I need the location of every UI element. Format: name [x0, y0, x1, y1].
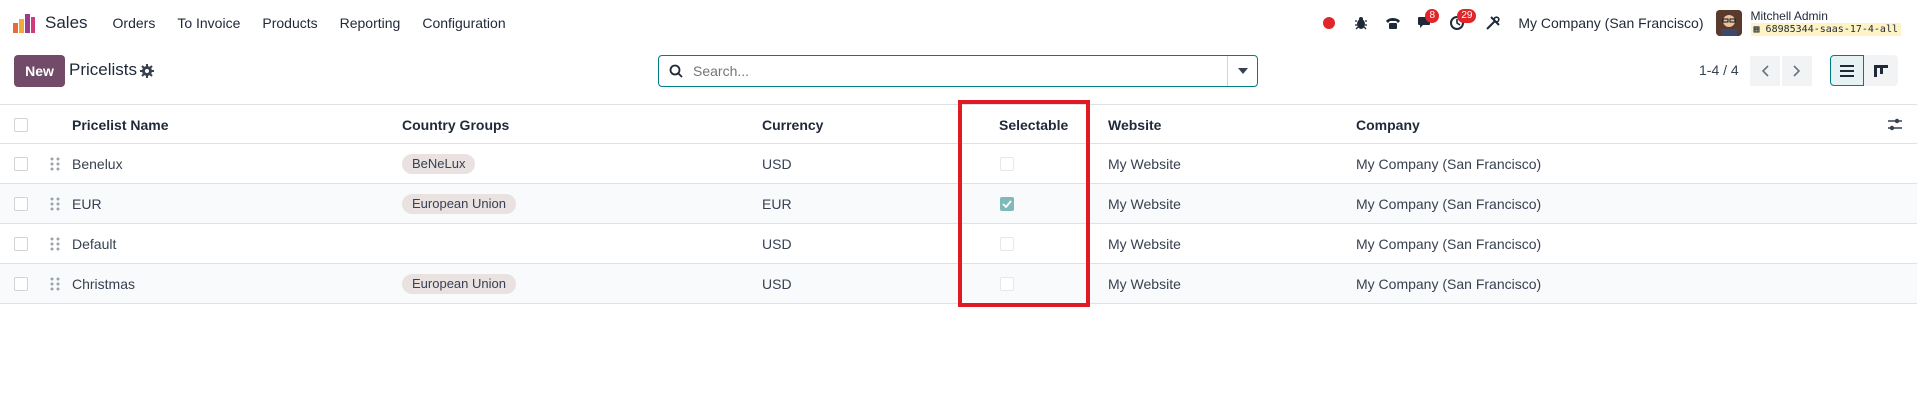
list-view-button[interactable]	[1830, 55, 1864, 86]
column-header-website[interactable]: Website	[1108, 105, 1161, 145]
select-all-checkbox[interactable]	[14, 118, 28, 132]
row-checkbox[interactable]	[14, 157, 28, 171]
gear-icon[interactable]	[139, 63, 155, 79]
user-avatar[interactable]	[1715, 10, 1742, 36]
country-group-tag: European Union	[402, 194, 516, 214]
cell-name: Default	[72, 236, 117, 252]
cell-company: My Company (San Francisco)	[1356, 156, 1542, 172]
activities-count-badge: 29	[1457, 9, 1477, 23]
cell-currency: USD	[762, 236, 792, 252]
country-group-tag: European Union	[402, 274, 516, 294]
menu-configuration[interactable]: Configuration	[422, 15, 505, 31]
table-row[interactable]: Default USD My Website My Company (San F…	[0, 224, 1917, 264]
drag-handle-icon[interactable]	[50, 156, 60, 172]
user-name: Mitchell Admin	[1750, 9, 1828, 23]
cell-website: My Website	[1108, 196, 1181, 212]
cell-name: Christmas	[72, 276, 136, 292]
row-checkbox[interactable]	[14, 237, 28, 251]
search-input[interactable]	[693, 57, 1227, 85]
caret-down-icon	[1237, 68, 1248, 74]
page-title: Pricelists	[69, 60, 138, 79]
pager-value[interactable]: 1-4 / 4	[1699, 62, 1739, 78]
company-switcher[interactable]: My Company (San Francisco)	[1518, 15, 1703, 31]
search-options-toggle[interactable]	[1227, 56, 1257, 86]
pricelist-table: Pricelist Name Country Groups Currency S…	[0, 104, 1917, 304]
list-icon	[1840, 64, 1854, 77]
table-header: Pricelist Name Country Groups Currency S…	[0, 104, 1917, 144]
cell-website: My Website	[1108, 236, 1181, 252]
database-icon: ▦	[1753, 24, 1766, 35]
column-header-country-groups[interactable]: Country Groups	[402, 105, 509, 145]
bug-icon[interactable]	[1346, 8, 1376, 38]
cell-company: My Company (San Francisco)	[1356, 276, 1542, 292]
column-header-company[interactable]: Company	[1356, 105, 1420, 145]
table-row[interactable]: Benelux BeNeLux USD My Website My Compan…	[0, 144, 1917, 184]
column-header-name[interactable]: Pricelist Name	[72, 105, 169, 145]
kanban-icon	[1874, 64, 1888, 77]
row-checkbox[interactable]	[14, 277, 28, 291]
sales-app-icon	[12, 11, 36, 35]
chat-icon[interactable]: 8	[1410, 8, 1440, 38]
cell-currency: USD	[762, 156, 792, 172]
column-header-selectable[interactable]: Selectable	[999, 105, 1068, 145]
cell-currency: USD	[762, 276, 792, 292]
menu-orders[interactable]: Orders	[113, 15, 156, 31]
tools-icon[interactable]	[1478, 8, 1508, 38]
cell-website: My Website	[1108, 156, 1181, 172]
pager-previous-button[interactable]	[1750, 56, 1780, 86]
systray: 8 29 My Company (San Francisco) Mitchell…	[1312, 0, 1901, 46]
new-button[interactable]: New	[14, 55, 65, 87]
cell-currency: EUR	[762, 196, 792, 212]
top-navbar: Sales Orders To Invoice Products Reporti…	[0, 0, 1917, 46]
app-name: Sales	[45, 13, 88, 32]
chevron-left-icon	[1761, 65, 1769, 77]
menu-products[interactable]: Products	[262, 15, 317, 31]
cell-website: My Website	[1108, 276, 1181, 292]
search-bar	[658, 55, 1258, 87]
optional-columns-icon[interactable]	[1887, 117, 1903, 133]
chevron-right-icon	[1793, 65, 1801, 77]
menu-reporting[interactable]: Reporting	[340, 15, 401, 31]
activity-icon[interactable]: 29	[1442, 8, 1477, 38]
drag-handle-icon[interactable]	[50, 236, 60, 252]
cell-company: My Company (San Francisco)	[1356, 236, 1542, 252]
table-row[interactable]: EUR European Union EUR My Website My Com…	[0, 184, 1917, 224]
search-icon	[659, 56, 693, 86]
menu-to-invoice[interactable]: To Invoice	[177, 15, 240, 31]
record-icon[interactable]	[1314, 8, 1344, 38]
cell-name: EUR	[72, 196, 102, 212]
selectable-checkbox[interactable]	[1000, 237, 1014, 251]
kanban-view-button[interactable]	[1864, 55, 1898, 86]
country-group-tag: BeNeLux	[402, 154, 476, 174]
cell-name: Benelux	[72, 156, 123, 172]
selectable-checkbox[interactable]	[1000, 157, 1014, 171]
drag-handle-icon[interactable]	[50, 196, 60, 212]
pager-next-button[interactable]	[1782, 56, 1812, 86]
column-header-currency[interactable]: Currency	[762, 105, 823, 145]
table-row[interactable]: Christmas European Union USD My Website …	[0, 264, 1917, 304]
selectable-checkbox[interactable]	[1000, 277, 1014, 291]
brand[interactable]: Sales	[12, 11, 102, 35]
check-icon	[1002, 200, 1012, 208]
database-name: ▦ 68985344-saas-17-4-all	[1750, 23, 1901, 36]
cell-company: My Company (San Francisco)	[1356, 196, 1542, 212]
row-checkbox[interactable]	[14, 197, 28, 211]
phone-icon[interactable]	[1378, 8, 1408, 38]
selectable-checkbox-checked[interactable]	[1000, 197, 1014, 211]
user-menu[interactable]: Mitchell Admin ▦ 68985344-saas-17-4-all	[1750, 9, 1901, 36]
drag-handle-icon[interactable]	[50, 276, 60, 292]
messages-count-badge: 8	[1425, 9, 1440, 23]
control-panel: New Pricelists 1-4 / 4	[0, 46, 1917, 104]
